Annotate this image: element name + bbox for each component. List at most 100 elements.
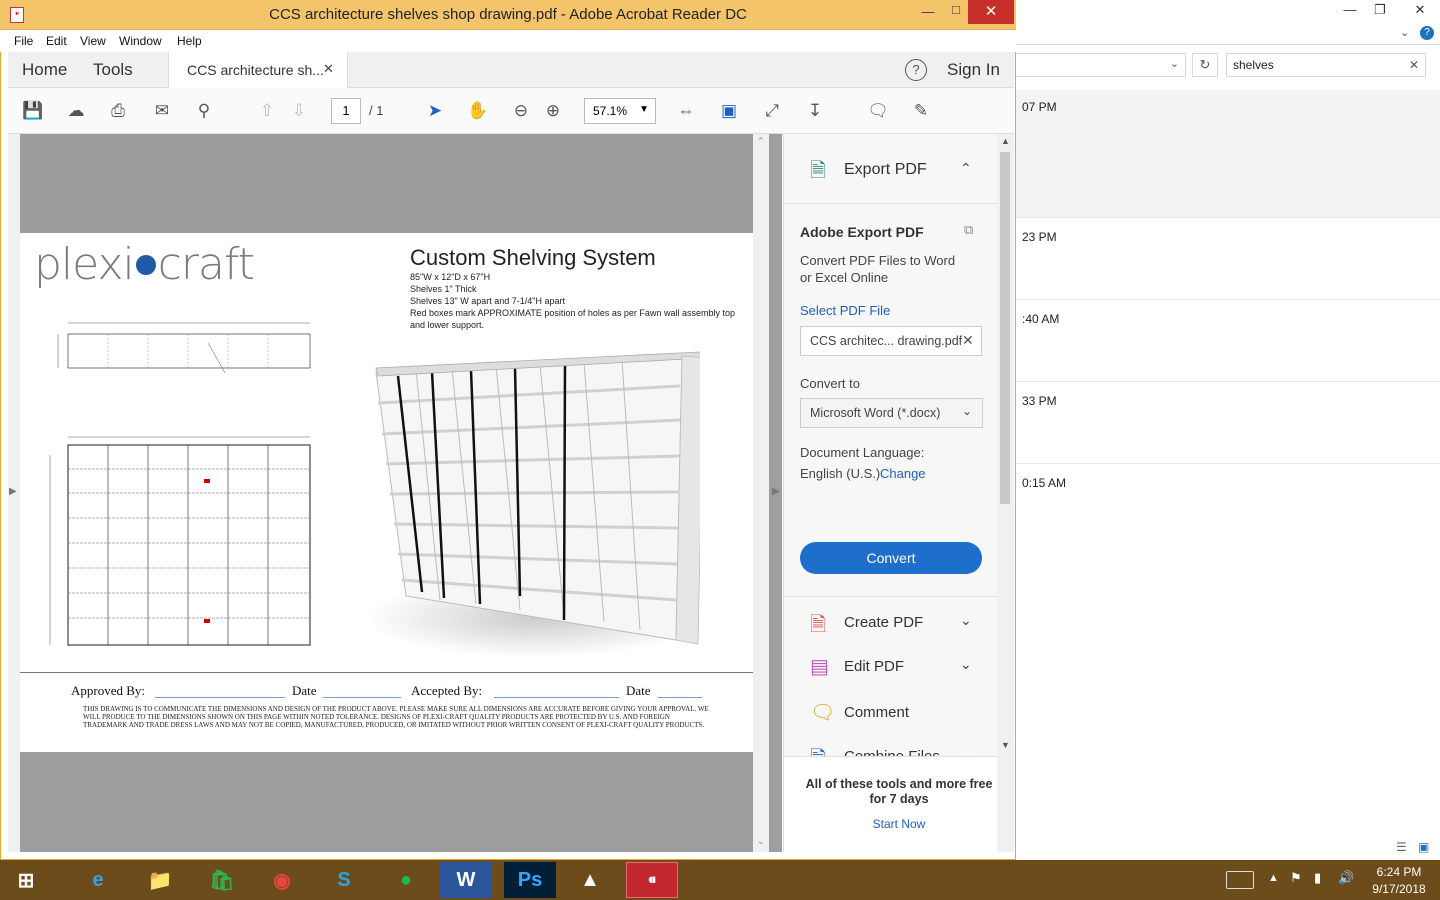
close-tab-icon[interactable]: ✕ — [323, 61, 334, 77]
network-icon[interactable]: ▮ — [1314, 870, 1321, 886]
date-line[interactable] — [323, 697, 401, 698]
photoshop-icon[interactable]: Ps — [504, 862, 556, 898]
file-explorer-icon[interactable]: 📁 — [134, 862, 186, 898]
tab-tools[interactable]: Tools — [93, 60, 133, 80]
help-icon[interactable]: ? — [905, 59, 927, 81]
menu-window[interactable]: Window — [119, 34, 162, 48]
list-item[interactable]: 23 PM — [1016, 228, 1440, 300]
chevron-down-icon[interactable]: ⌄ — [960, 612, 972, 629]
acrobat-taskbar-icon[interactable]: ⁌ — [626, 862, 678, 898]
scroll-thumb[interactable] — [1000, 152, 1010, 504]
refresh-icon[interactable]: ↻ — [1192, 53, 1218, 77]
hand-tool-icon[interactable]: ✋ — [465, 98, 491, 124]
change-language-link[interactable]: Change — [880, 466, 926, 481]
format-select[interactable]: Microsoft Word (*.docx) ⌄ — [800, 398, 983, 428]
store-icon[interactable]: 🛍 — [196, 862, 248, 898]
restore-icon[interactable]: ❐ — [1366, 2, 1394, 18]
chevron-down-icon[interactable]: ⌄ — [960, 656, 972, 673]
show-hidden-icons[interactable]: ▲ — [1268, 872, 1279, 884]
chevron-down-icon[interactable]: ⌄ — [960, 746, 972, 756]
file-field[interactable]: CCS architec... drawing.pdf — [800, 326, 982, 356]
chevron-up-icon[interactable]: ⌃ — [960, 160, 972, 177]
highlight-pen-icon[interactable]: ✎ — [908, 98, 934, 124]
select-tool-icon[interactable]: ➤ — [422, 98, 448, 124]
next-page-icon[interactable]: ⇩ — [286, 98, 312, 124]
menu-file[interactable]: File — [14, 34, 33, 48]
clear-search-icon[interactable]: ✕ — [1409, 58, 1419, 72]
minimize-icon[interactable]: — — [1336, 2, 1364, 17]
upload-cloud-icon[interactable]: ☁ — [63, 98, 89, 124]
menu-view[interactable]: View — [80, 34, 106, 48]
clear-file-icon[interactable]: ✕ — [962, 332, 974, 349]
zoom-in-icon[interactable]: ⊕ — [540, 98, 566, 124]
tools-panel-scrollbar[interactable]: ▲ ▼ — [997, 134, 1014, 852]
menu-edit[interactable]: Edit — [46, 34, 67, 48]
spotify-icon[interactable]: ● — [380, 862, 432, 898]
fit-page-icon[interactable]: ▣ — [716, 98, 742, 124]
minimize-icon[interactable]: — — [914, 4, 942, 19]
list-item[interactable]: :40 AM — [1016, 310, 1440, 382]
tool-create-pdf[interactable]: 🗎 Create PDF ⌄ — [784, 604, 998, 640]
internet-explorer-icon[interactable]: e — [72, 862, 124, 898]
scroll-up-icon[interactable]: ⌃ — [757, 136, 765, 147]
dropdown-icon[interactable]: ⌄ — [1170, 57, 1179, 70]
convert-button[interactable]: Convert — [800, 542, 982, 574]
full-screen-icon[interactable]: ⤢ — [759, 98, 785, 124]
sign-in-button[interactable]: Sign In — [947, 60, 1000, 80]
date-line[interactable] — [658, 697, 702, 698]
close-icon[interactable]: ✕ — [1406, 2, 1434, 18]
divider — [784, 596, 998, 597]
list-item[interactable]: 33 PM — [1016, 392, 1440, 464]
tool-edit-pdf[interactable]: ▤ Edit PDF ⌄ — [784, 648, 998, 684]
email-icon[interactable]: ✉ — [149, 98, 175, 124]
skype-icon[interactable]: S — [318, 862, 370, 898]
address-bar[interactable]: ⌄ — [1016, 53, 1186, 77]
help-icon[interactable]: ? — [1420, 26, 1434, 40]
print-icon[interactable]: ⎙ — [105, 98, 131, 124]
tool-comment[interactable]: 🗨 Comment — [784, 694, 998, 730]
app-icon[interactable]: ▲ — [564, 862, 616, 898]
left-panel-toggle-icon[interactable]: ▶ — [9, 486, 17, 497]
details-view-icon[interactable]: ☰ — [1396, 840, 1407, 854]
start-icon[interactable]: ⊞ — [0, 862, 52, 898]
list-item[interactable]: 0:15 AM — [1016, 474, 1440, 534]
page-number-input[interactable]: 1 — [331, 98, 361, 124]
scroll-down-icon[interactable]: ⌄ — [757, 836, 765, 847]
tab-document-label: CCS architecture sh... — [187, 62, 324, 78]
volume-icon[interactable]: 🔊 — [1338, 870, 1354, 886]
chrome-icon[interactable]: ◉ — [256, 862, 308, 898]
select-pdf-link[interactable]: Select PDF File — [800, 303, 890, 318]
document-scrollbar[interactable]: ⌃ ⌄ — [753, 134, 769, 852]
copy-icon[interactable]: ⧉ — [964, 222, 973, 238]
approved-line[interactable] — [155, 697, 285, 698]
tiles-view-icon[interactable]: ▣ — [1418, 840, 1429, 854]
search-input[interactable]: shelves ✕ — [1226, 53, 1426, 77]
export-pdf-title: Export PDF — [844, 161, 927, 178]
chevron-down-icon[interactable]: ⌄ — [1400, 26, 1409, 39]
accepted-line[interactable] — [494, 697, 619, 698]
zoom-out-icon[interactable]: ⊖ — [508, 98, 534, 124]
comment-icon[interactable]: 🗨 — [865, 98, 891, 124]
keyboard-icon[interactable] — [1226, 871, 1254, 889]
word-icon[interactable]: W — [440, 862, 492, 898]
search-icon[interactable]: ⚲ — [191, 98, 217, 124]
scroll-mode-icon[interactable]: ↧ — [802, 98, 828, 124]
prev-page-icon[interactable]: ⇧ — [254, 98, 280, 124]
tab-document[interactable]: CCS architecture sh... ✕ — [168, 52, 348, 88]
zoom-select[interactable]: 57.1% ▼ — [584, 98, 656, 124]
close-icon[interactable]: ✕ — [968, 0, 1014, 24]
list-item[interactable]: 07 PM — [1016, 90, 1440, 218]
clock[interactable]: 6:24 PM 9/17/2018 — [1364, 864, 1434, 898]
fit-width-icon[interactable]: ⇔ — [673, 98, 699, 124]
menu-help[interactable]: Help — [177, 34, 202, 48]
flag-icon[interactable]: ⚑ — [1290, 870, 1302, 886]
right-panel-toggle-icon[interactable]: ▶ — [772, 486, 780, 497]
maximize-icon[interactable]: □ — [942, 2, 970, 17]
tool-combine-files[interactable]: 🗎 Combine Files ⌄ — [784, 740, 998, 756]
save-icon[interactable]: 💾 — [20, 98, 46, 124]
export-pdf-header[interactable]: 🗎 Export PDF ⌃ — [784, 134, 998, 204]
tab-home[interactable]: Home — [22, 60, 67, 80]
scroll-down-icon[interactable]: ▼ — [1001, 740, 1010, 750]
scroll-up-icon[interactable]: ▲ — [1001, 136, 1010, 146]
start-now-link[interactable]: Start Now — [784, 817, 1014, 831]
